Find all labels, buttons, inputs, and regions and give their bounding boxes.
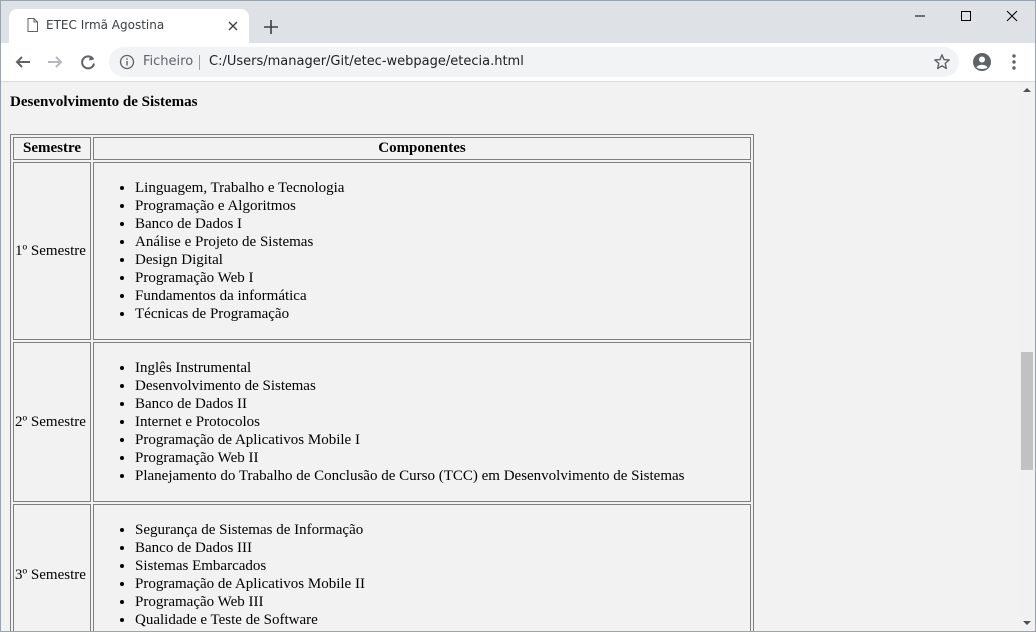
url-text[interactable]: C:/Users/manager/Git/etec-webpage/etecia… (209, 54, 524, 69)
minimize-icon[interactable] (897, 1, 943, 31)
scroll-up-arrow-icon[interactable] (1019, 82, 1035, 98)
components-cell: Segurança de Sistemas de Informação Banc… (93, 504, 751, 631)
address-bar[interactable]: Ficheiro C:/Users/manager/Git/etec-webpa… (109, 47, 959, 77)
semester-cell: 1º Semestre (13, 162, 91, 340)
page-heading: Desenvolvimento de Sistemas (10, 94, 198, 110)
list-item: Programação Web III (135, 593, 749, 611)
more-menu-icon[interactable] (1003, 51, 1025, 73)
table-row: 1º Semestre Linguagem, Trabalho e Tecnol… (13, 162, 751, 340)
list-item: Desenvolvimento de Sistemas (135, 377, 749, 395)
document-icon (27, 18, 38, 32)
components-list: Inglês Instrumental Desenvolvimento de S… (95, 359, 749, 485)
table-row: 3º Semestre Segurança de Sistemas de Inf… (13, 504, 751, 631)
tab-title: ETEC Irmã Agostina (46, 18, 165, 32)
list-item: Internet e Protocolos (135, 413, 749, 431)
browser-tab[interactable]: ETEC Irmã Agostina (9, 9, 249, 43)
info-icon[interactable] (119, 54, 135, 70)
tab-strip: ETEC Irmã Agostina (1, 1, 1035, 43)
list-item: Linguagem, Trabalho e Tecnologia (135, 179, 749, 197)
list-item: Fundamentos da informática (135, 287, 749, 305)
list-item: Análise e Projeto de Sistemas (135, 233, 749, 251)
bookmark-star-icon[interactable] (933, 53, 951, 71)
close-window-icon[interactable] (989, 1, 1035, 31)
list-item: Programação de Aplicativos Mobile I (135, 431, 749, 449)
list-item: Inglês Instrumental (135, 359, 749, 377)
scrollbar-thumb[interactable] (1021, 352, 1033, 470)
browser-toolbar: Ficheiro C:/Users/manager/Git/etec-webpa… (1, 43, 1035, 82)
list-item: Técnicas de Programação (135, 305, 749, 323)
scroll-down-arrow-icon[interactable] (1019, 615, 1035, 631)
components-list: Segurança de Sistemas de Informação Banc… (95, 521, 749, 629)
list-item: Programação Web I (135, 269, 749, 287)
list-item: Banco de Dados III (135, 539, 749, 557)
new-tab-icon[interactable] (259, 15, 283, 39)
maximize-icon[interactable] (943, 1, 989, 31)
list-item: Banco de Dados II (135, 395, 749, 413)
list-item: Programação e Algoritmos (135, 197, 749, 215)
list-item: Sistemas Embarcados (135, 557, 749, 575)
list-item: Banco de Dados I (135, 215, 749, 233)
semester-cell: 3º Semestre (13, 504, 91, 631)
components-list: Linguagem, Trabalho e Tecnologia Program… (95, 179, 749, 323)
list-item: Qualidade e Teste de Software (135, 611, 749, 629)
components-cell: Inglês Instrumental Desenvolvimento de S… (93, 342, 751, 502)
list-item: Segurança de Sistemas de Informação (135, 521, 749, 539)
table-row: 2º Semestre Inglês Instrumental Desenvol… (13, 342, 751, 502)
components-cell: Linguagem, Trabalho e Tecnologia Program… (93, 162, 751, 340)
browser-window: ETEC Irmã Agostina Ficheiro C:/Users/man… (0, 0, 1036, 632)
header-semestre: Semestre (13, 137, 91, 160)
header-componentes: Componentes (93, 137, 751, 160)
semester-cell: 2º Semestre (13, 342, 91, 502)
page-viewport: Desenvolvimento de Sistemas Semestre Com… (1, 82, 1019, 631)
vertical-scrollbar[interactable] (1019, 82, 1035, 631)
list-item: Programação de Aplicativos Mobile II (135, 575, 749, 593)
list-item: Programação Web II (135, 449, 749, 467)
back-arrow-icon[interactable] (10, 49, 36, 75)
profile-avatar-icon[interactable] (971, 51, 993, 73)
list-item: Planejamento do Trabalho de Conclusão de… (135, 467, 749, 485)
url-scheme-label: Ficheiro (143, 54, 194, 69)
omnibox-separator (199, 55, 200, 70)
close-tab-icon[interactable] (225, 18, 241, 34)
reload-icon[interactable] (75, 49, 101, 75)
course-table: Semestre Componentes 1º Semestre Linguag… (10, 134, 754, 631)
forward-arrow-icon[interactable] (42, 49, 68, 75)
list-item: Design Digital (135, 251, 749, 269)
